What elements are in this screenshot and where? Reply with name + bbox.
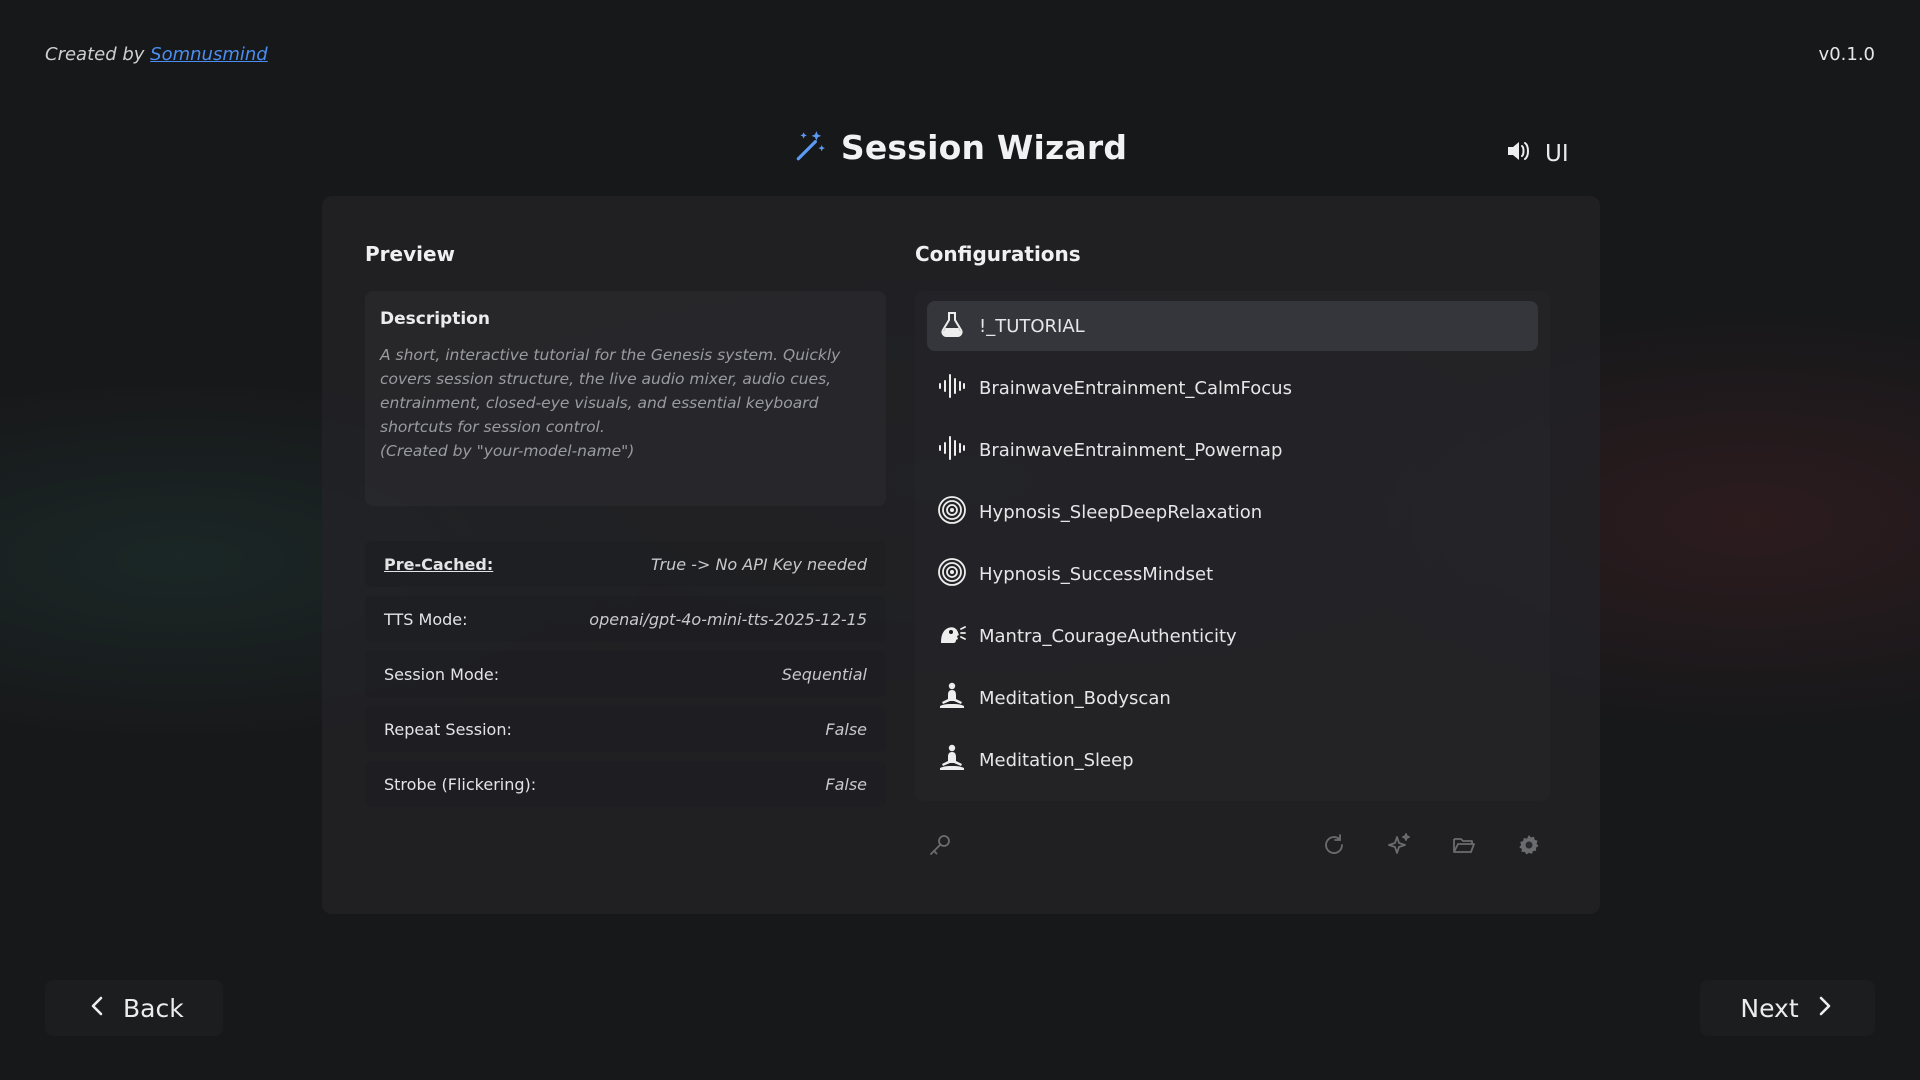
- property-key: Session Mode:: [384, 664, 500, 684]
- property-row-strobe: Strobe (Flickering): False: [365, 761, 886, 807]
- configurations-heading: Configurations: [915, 242, 1081, 266]
- refresh-icon: [1325, 834, 1343, 854]
- waveform-icon: [937, 371, 967, 406]
- waveform-icon: [937, 433, 967, 468]
- key-icon: [930, 835, 950, 855]
- sparkle-icon: [1388, 833, 1410, 854]
- config-item-label: BrainwaveEntrainment_Powernap: [979, 439, 1283, 461]
- configuration-list: !_TUTORIAL BrainwaveEntrainment_CalmFocu…: [915, 291, 1550, 801]
- refresh-button[interactable]: [1321, 832, 1351, 862]
- property-row-tts-mode: TTS Mode: openai/gpt-4o-mini-tts-2025-12…: [365, 596, 886, 642]
- config-item-label: Meditation_Bodyscan: [979, 687, 1171, 709]
- property-key: TTS Mode:: [384, 609, 468, 629]
- page-header: Session Wizard: [0, 128, 1920, 167]
- spiral-icon: [937, 557, 967, 592]
- ui-sound-label: UI: [1545, 141, 1569, 167]
- description-panel: Description A short, interactive tutoria…: [365, 291, 886, 506]
- property-value: True -> No API Key needed: [651, 554, 867, 574]
- property-value: Sequential: [781, 664, 867, 684]
- config-item-label: Hypnosis_SleepDeepRelaxation: [979, 501, 1263, 523]
- next-button[interactable]: Next: [1700, 980, 1875, 1036]
- session-properties: Pre-Cached: True -> No API Key needed TT…: [365, 541, 886, 816]
- config-item-powernap[interactable]: BrainwaveEntrainment_Powernap: [927, 425, 1538, 475]
- description-title: Description: [380, 309, 490, 329]
- settings-button[interactable]: [1516, 832, 1546, 862]
- config-item-calmfocus[interactable]: BrainwaveEntrainment_CalmFocus: [927, 363, 1538, 413]
- config-item-label: BrainwaveEntrainment_CalmFocus: [979, 377, 1292, 399]
- speaking-head-icon: [937, 619, 967, 654]
- back-button[interactable]: Back: [45, 980, 223, 1036]
- config-item-courageauthenticity[interactable]: Mantra_CourageAuthenticity: [927, 611, 1538, 661]
- config-item-sleepdeeprelaxation[interactable]: Hypnosis_SleepDeepRelaxation: [927, 487, 1538, 537]
- back-label: Back: [123, 993, 184, 1023]
- property-value: openai/gpt-4o-mini-tts-2025-12-15: [589, 609, 867, 629]
- created-by-credit: Created by Somnusmind: [45, 44, 268, 65]
- chevron-left-icon: [87, 994, 109, 1023]
- property-value: False: [825, 774, 867, 794]
- spiral-icon: [937, 495, 967, 530]
- next-label: Next: [1740, 993, 1799, 1023]
- flask-icon: [937, 309, 967, 344]
- description-text: A short, interactive tutorial for the Ge…: [380, 346, 841, 460]
- folder-icon: [1453, 838, 1475, 853]
- chevron-right-icon: [1813, 994, 1835, 1023]
- config-item-label: Hypnosis_SuccessMindset: [979, 563, 1214, 585]
- speaker-icon: [1505, 138, 1531, 170]
- property-value: False: [825, 719, 867, 739]
- api-key-button[interactable]: [927, 832, 957, 862]
- property-row-pre-cached: Pre-Cached: True -> No API Key needed: [365, 541, 886, 587]
- config-toolbar: [915, 832, 1550, 868]
- config-item-meditation-sleep[interactable]: Meditation_Sleep: [927, 735, 1538, 785]
- config-item-label: Mantra_CourageAuthenticity: [979, 625, 1237, 647]
- ui-sound-toggle[interactable]: UI: [1505, 138, 1569, 170]
- preview-heading: Preview: [365, 242, 456, 266]
- credit-prefix: Created by: [45, 44, 145, 65]
- open-folder-button[interactable]: [1451, 832, 1481, 862]
- property-key: Pre-Cached:: [384, 554, 494, 574]
- config-item-tutorial[interactable]: !_TUTORIAL: [927, 301, 1538, 351]
- config-item-bodyscan[interactable]: Meditation_Bodyscan: [927, 673, 1538, 723]
- gear-icon: [1519, 835, 1539, 855]
- page-title: Session Wizard: [840, 128, 1128, 167]
- property-row-session-mode: Session Mode: Sequential: [365, 651, 886, 697]
- property-key: Strobe (Flickering):: [384, 774, 537, 794]
- wizard-card: Preview Configurations Description A sho…: [322, 196, 1600, 914]
- generate-button[interactable]: [1386, 832, 1416, 862]
- property-key: Repeat Session:: [384, 719, 512, 739]
- config-item-successmindset[interactable]: Hypnosis_SuccessMindset: [927, 549, 1538, 599]
- config-item-label: Meditation_Sleep: [979, 749, 1134, 771]
- version-label: v0.1.0: [1818, 44, 1875, 65]
- author-link[interactable]: Somnusmind: [150, 44, 268, 65]
- meditation-icon: [937, 681, 967, 716]
- property-row-repeat-session: Repeat Session: False: [365, 706, 886, 752]
- config-item-label: !_TUTORIAL: [979, 315, 1085, 337]
- meditation-icon: [937, 743, 967, 778]
- magic-wand-icon: [793, 129, 827, 167]
